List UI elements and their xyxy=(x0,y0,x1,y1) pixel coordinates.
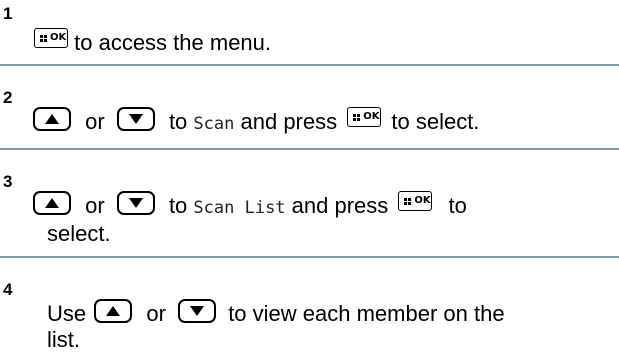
menu-ok-key-icon: OK xyxy=(34,28,68,48)
up-arrow-key-icon xyxy=(33,191,71,215)
step-text-continued: select. xyxy=(47,221,111,246)
up-arrow-key-icon xyxy=(94,299,133,323)
step-text: or to Scan and press OK to select. xyxy=(33,107,479,138)
step-number: 2 xyxy=(3,88,13,107)
down-arrow-key-icon xyxy=(178,299,217,323)
separator xyxy=(0,64,619,66)
step-number: 1 xyxy=(3,4,13,23)
menu-ok-key-icon: OK xyxy=(398,191,433,211)
menu-item-name: Scan xyxy=(193,114,235,134)
menu-ok-key-icon: OK xyxy=(347,107,382,127)
down-arrow-key-icon xyxy=(116,107,155,131)
step-text: or to Scan List and press OK to xyxy=(33,191,467,222)
up-arrow-key-icon xyxy=(33,107,71,131)
step-number: 4 xyxy=(3,280,13,299)
step-text-continued: list. xyxy=(47,327,80,352)
down-arrow-key-icon xyxy=(116,191,155,215)
separator xyxy=(0,256,619,258)
separator xyxy=(0,148,619,150)
step-number: 3 xyxy=(3,172,13,191)
menu-item-name: Scan List xyxy=(193,198,286,218)
step-text: OK to access the menu. xyxy=(34,28,271,57)
step-text: Use or to view each member on the xyxy=(47,299,505,326)
